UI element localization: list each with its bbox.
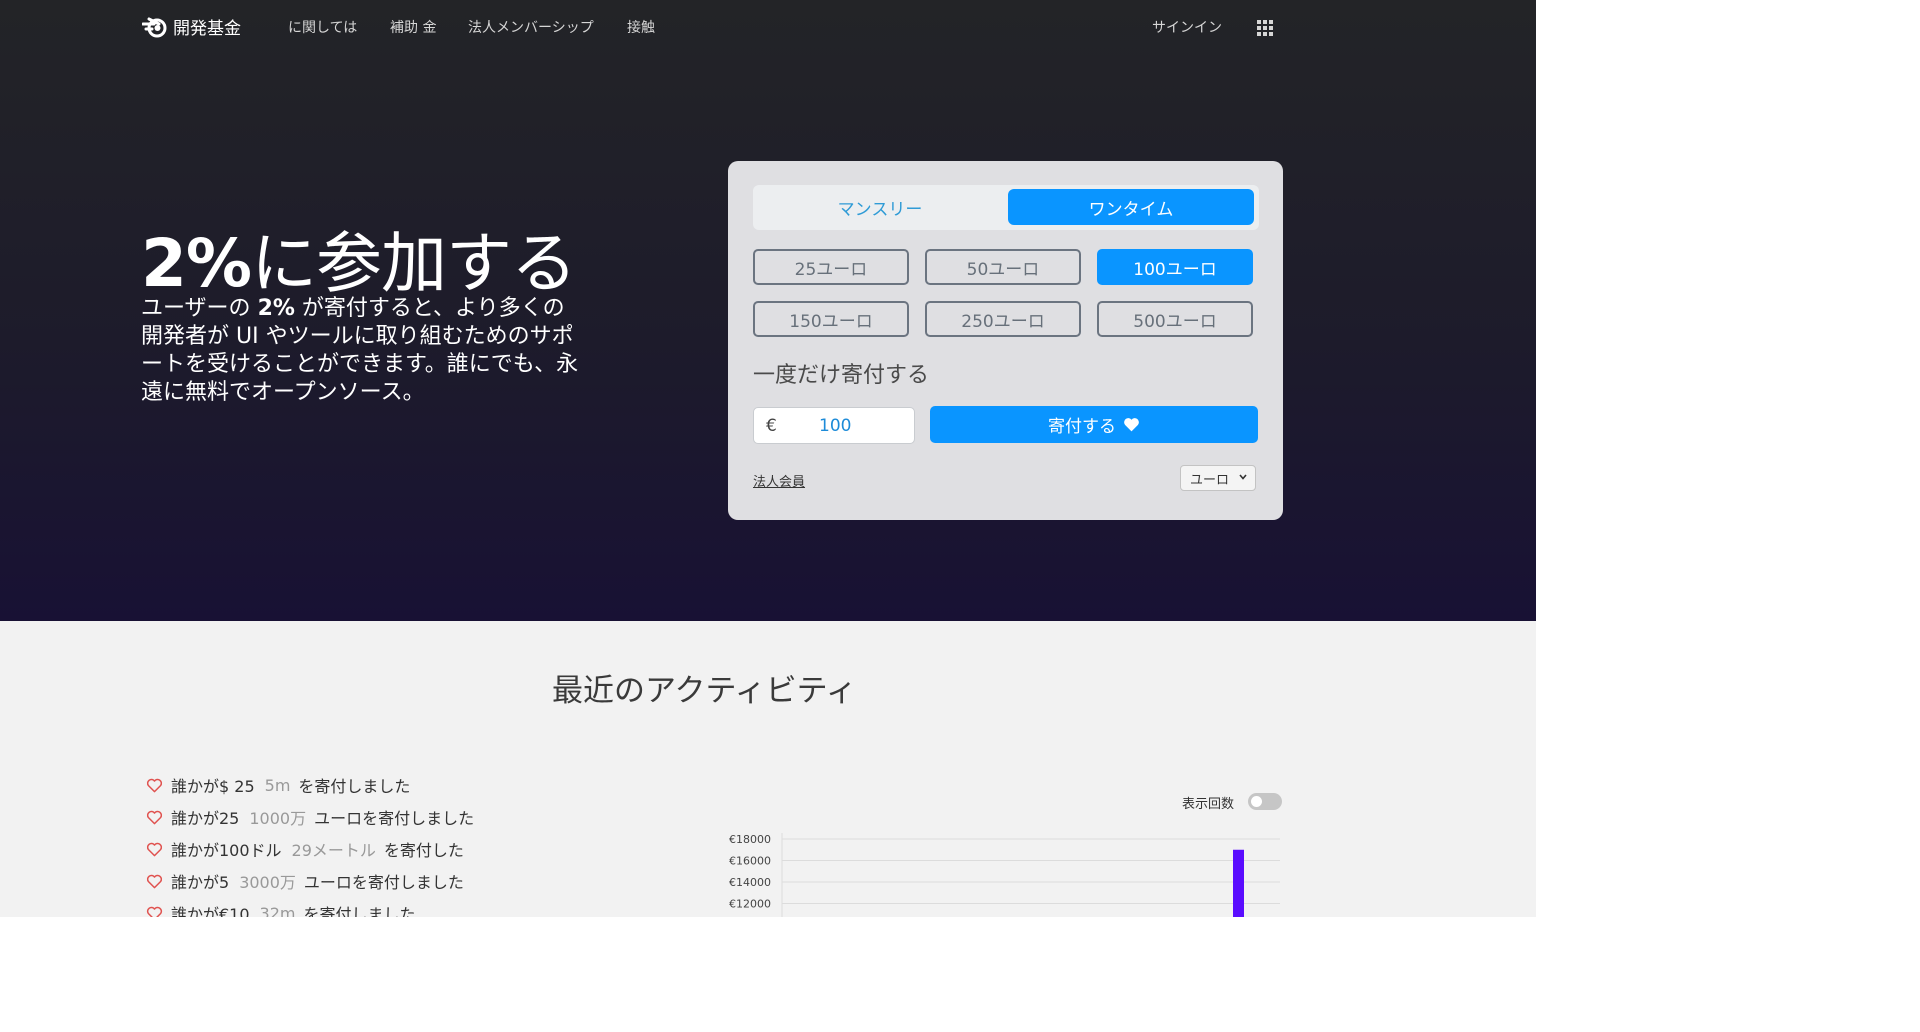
activity-title: 最近のアクティビティ: [552, 673, 857, 709]
donate-button[interactable]: 寄付する: [930, 406, 1258, 443]
nav-link-grants[interactable]: 補助 金: [390, 17, 436, 37]
activity-time: 29メートル: [291, 841, 376, 860]
activity-suffix: を寄付しました: [298, 777, 411, 796]
heart-icon: [1124, 418, 1139, 432]
heart-outline-icon: [146, 778, 163, 792]
toggle-knob: [1251, 796, 1262, 807]
currency-symbol: €: [766, 416, 777, 436]
heart-outline-icon: [146, 906, 163, 917]
views-toggle-switch[interactable]: [1248, 793, 1282, 810]
blender-logo-icon: [142, 17, 167, 37]
activity-time: 32m: [259, 903, 296, 918]
donations-chart: €18000 €16000 €14000 €12000: [729, 833, 1280, 917]
activity-text: 誰かが5: [171, 873, 230, 892]
heart-outline-icon: [146, 810, 163, 824]
corporate-member-link[interactable]: 法人会員: [753, 471, 805, 490]
nav-link-corporate[interactable]: 法人メンバーシップ: [468, 17, 594, 37]
currency-select-value: ユーロ: [1190, 472, 1230, 488]
tab-monthly[interactable]: マンスリー: [757, 189, 1003, 225]
heart-outline-icon: [146, 842, 163, 856]
activity-item: 誰かが€10 32m を寄付しました: [146, 901, 416, 917]
chart-y-tick: €14000: [729, 876, 771, 889]
browser-viewport: 開発基金 に関しては 補助 金 法人メンバーシップ 接触 サインイン 2%に参加…: [0, 0, 1536, 917]
nav-link-about[interactable]: に関しては: [288, 17, 357, 37]
activity-time: 3000万: [239, 873, 296, 892]
nav-link-contact[interactable]: 接触: [627, 17, 655, 37]
amount-option-150[interactable]: 150ユーロ: [753, 301, 909, 337]
activity-item: 誰かが5 3000万 ユーロを寄付しました: [146, 869, 464, 893]
activity-suffix: ユーロを寄付しました: [314, 809, 475, 828]
activity-item: 誰かが$ 25 5m を寄付しました: [146, 773, 410, 797]
activity-time: 1000万: [249, 809, 307, 828]
activity-item: 誰かが25 1000万 ユーロを寄付しました: [146, 805, 474, 829]
amount-option-25[interactable]: 25ユーロ: [753, 249, 909, 285]
hero-title: 2%に参加する: [141, 210, 577, 306]
hero-title-percent: 2%: [141, 225, 252, 302]
top-nav: 開発基金 に関しては 補助 金 法人メンバーシップ 接触 サインイン: [0, 0, 1536, 54]
activity-suffix: を寄付しました: [303, 905, 416, 917]
activity-time: 5m: [264, 775, 291, 795]
chart-y-tick: €12000: [729, 898, 771, 911]
frequency-label: 一度だけ寄付する: [753, 363, 930, 388]
signin-link[interactable]: サインイン: [1152, 17, 1222, 37]
activity-text: 誰かが100ドル: [171, 841, 282, 860]
activity-text: 誰かが25: [171, 809, 240, 828]
activity-suffix: を寄付した: [383, 841, 464, 860]
activity-item: 誰かが100ドル 29メートル を寄付した: [146, 837, 464, 861]
chart-y-tick: €16000: [729, 855, 771, 868]
amount-option-250[interactable]: 250ユーロ: [925, 301, 1081, 337]
hero-description: ユーザーの 2% が寄付すると、より多くの開発者が UI やツールに取り組むため…: [141, 295, 581, 407]
chart-bar: [1233, 849, 1244, 917]
heart-outline-icon: [146, 874, 163, 888]
amount-option-50[interactable]: 50ユーロ: [925, 249, 1081, 285]
grid-icon[interactable]: [1257, 20, 1273, 36]
amount-input[interactable]: € 100: [753, 407, 915, 444]
brand-logo[interactable]: 開発基金: [142, 14, 241, 39]
currency-select[interactable]: ユーロ: [1180, 465, 1256, 491]
amount-option-100[interactable]: 100ユーロ: [1097, 249, 1253, 285]
hero-desc-part1: ユーザーの: [141, 296, 258, 321]
frequency-toggle: マンスリー ワンタイム: [753, 185, 1259, 230]
toggle-label: 表示回数: [1182, 797, 1235, 812]
activity-text: 誰かが$ 25: [171, 777, 255, 796]
hero-section: 開発基金 に関しては 補助 金 法人メンバーシップ 接触 サインイン 2%に参加…: [0, 0, 1536, 621]
activity-text: 誰かが€10: [171, 905, 250, 917]
hero-title-text: に参加する: [251, 225, 577, 302]
tab-onetime[interactable]: ワンタイム: [1008, 189, 1254, 225]
amount-value: 100: [819, 416, 852, 436]
hero-desc-bold: 2%: [257, 296, 295, 321]
chevron-down-icon: [1239, 474, 1247, 480]
donation-card: マンスリー ワンタイム 25ユーロ 50ユーロ 100ユーロ 150ユーロ 25…: [728, 161, 1283, 520]
amount-option-500[interactable]: 500ユーロ: [1097, 301, 1253, 337]
brand-name: 開発基金: [173, 19, 241, 39]
chart-y-tick: €18000: [729, 833, 771, 846]
donate-button-label: 寄付する: [1048, 417, 1116, 437]
activity-suffix: ユーロを寄付しました: [303, 873, 464, 892]
